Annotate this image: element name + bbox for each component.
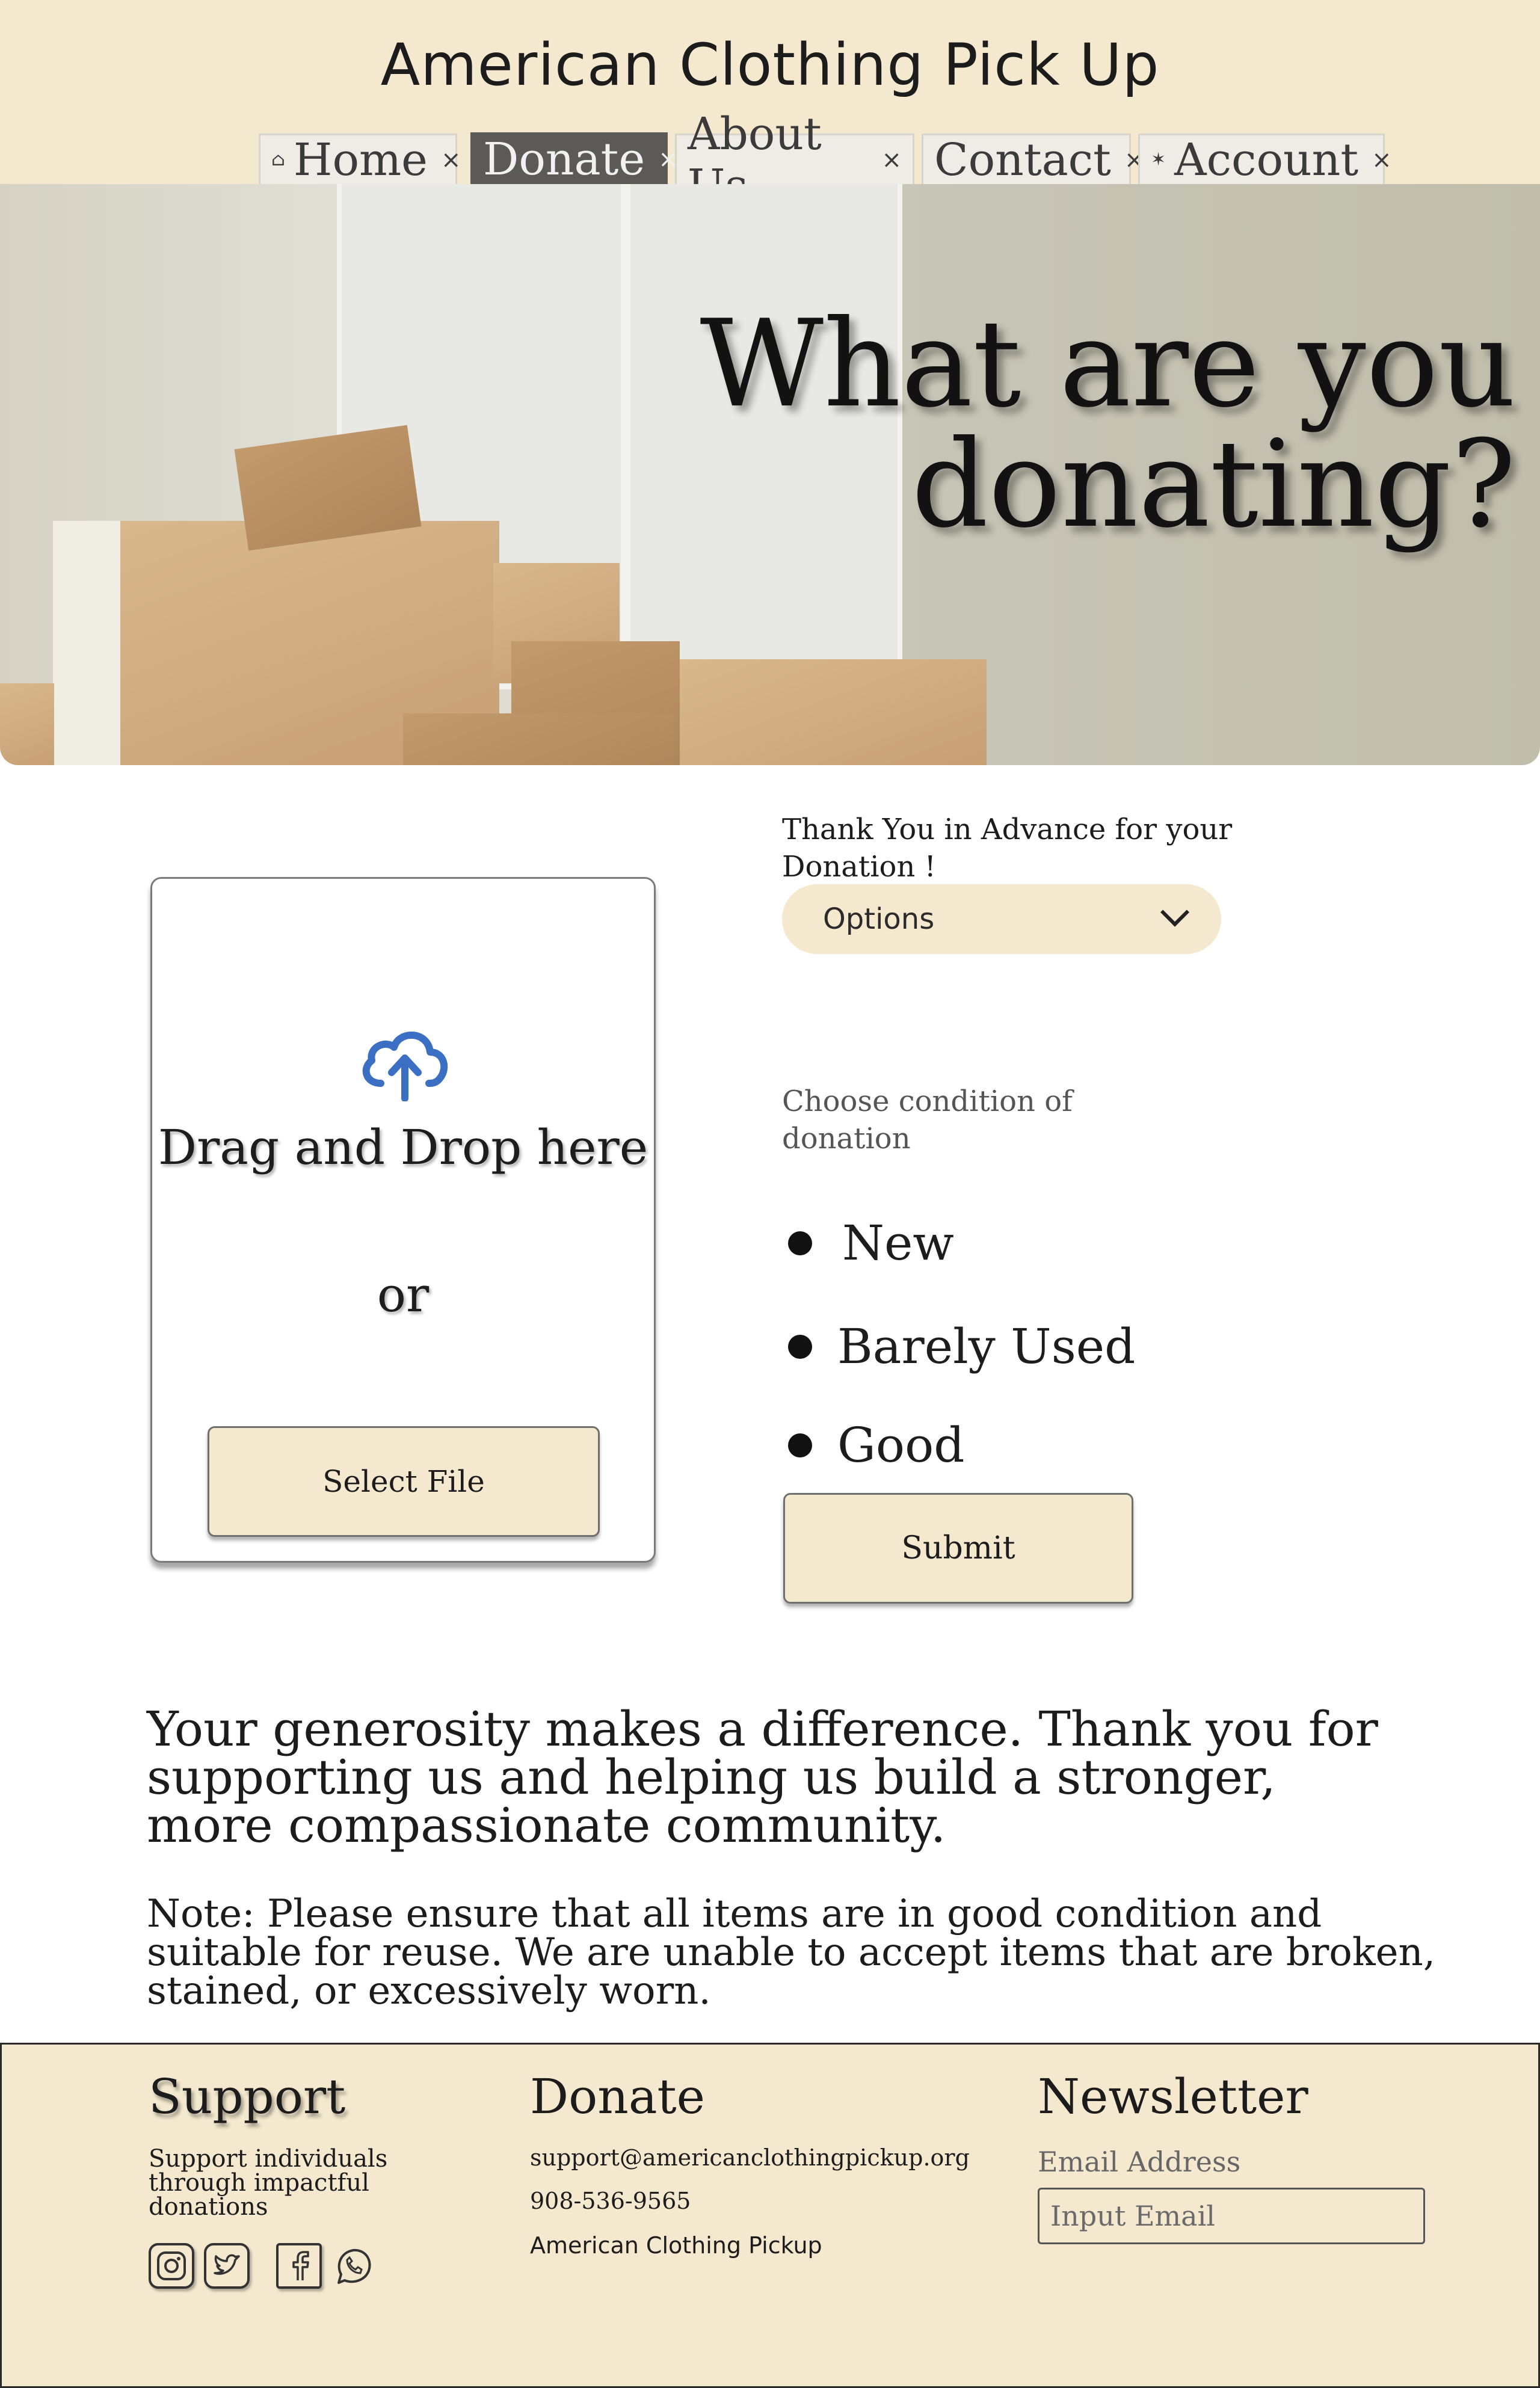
thanks-text: Thank You in Advance for your Donation ! (782, 813, 1233, 884)
instagram-glyph (157, 2251, 186, 2280)
generosity-message: Your generosity makes a difference. Than… (147, 1701, 1378, 1853)
upload-dropzone[interactable]: Drag and Drop here or Select File (150, 877, 656, 1563)
nav-tab-donate[interactable]: Donate × (470, 132, 679, 185)
box-image (680, 659, 987, 765)
main-nav: ⌂ Home × Donate × About Us × Contact × ✶… (0, 108, 1540, 212)
condition-label: Choose condition of donation (782, 1085, 1073, 1156)
support-text: Support individuals through impactful do… (149, 2145, 388, 2221)
facebook-glyph (292, 2251, 309, 2280)
nav-label-contact: Contact (934, 134, 1111, 186)
bullet-icon (788, 1433, 812, 1457)
instagram-icon[interactable] (149, 2243, 194, 2289)
hero-title-line2: donating? (911, 414, 1516, 555)
close-icon[interactable]: × (881, 146, 902, 174)
drag-drop-text: Drag and Drop here (158, 1119, 648, 1175)
donate-heading: Donate (530, 2069, 706, 2125)
condition-note: Note: Please ensure that all items are i… (147, 1892, 1436, 2013)
condition-option-label: New (842, 1215, 954, 1271)
box-image (403, 713, 674, 765)
hero-banner: What are you donating? (0, 184, 1540, 765)
condition-option-label: Barely Used (837, 1319, 1136, 1374)
nav-label-home: Home (293, 134, 428, 186)
close-icon[interactable]: × (441, 146, 461, 174)
facebook-icon[interactable] (276, 2243, 322, 2289)
twitter-icon[interactable] (204, 2243, 250, 2289)
home-icon: ⌂ (271, 149, 285, 170)
whatsapp-icon[interactable] (330, 2243, 376, 2289)
newsletter-heading: Newsletter (1038, 2069, 1308, 2125)
nav-tab-home[interactable]: ⌂ Home × (259, 134, 461, 186)
nav-tab-account[interactable]: ✶ Account × (1138, 134, 1392, 186)
newsletter-email-input[interactable] (1038, 2188, 1425, 2244)
dropdown-value: Options (823, 902, 935, 936)
footer-brand: American Clothing Pickup (530, 2232, 822, 2259)
twitter-glyph (214, 2254, 240, 2275)
site-footer: Support Support individuals through impa… (0, 2043, 1540, 2388)
nav-tab-about[interactable]: About Us × (675, 108, 914, 212)
site-title: American Clothing Pick Up (380, 31, 1160, 99)
bullet-icon (788, 1231, 812, 1255)
nav-label-account: Account (1174, 134, 1359, 186)
condition-option-barely-used[interactable]: Barely Used (788, 1319, 1135, 1374)
phone-link[interactable]: 908-536-9565 (530, 2188, 691, 2214)
cloud-upload-icon (362, 1031, 448, 1101)
close-icon[interactable]: × (1372, 146, 1392, 174)
condition-option-label: Good (837, 1417, 965, 1473)
whatsapp-glyph (337, 2248, 371, 2284)
star-icon: ✶ (1151, 149, 1166, 170)
hero-title: What are you donating? (674, 304, 1516, 545)
email-address-label: Email Address (1038, 2146, 1241, 2178)
box-image (0, 683, 54, 765)
support-email-link[interactable]: support@americanclothingpickup.org (530, 2144, 970, 2171)
select-file-button[interactable]: Select File (208, 1426, 600, 1537)
condition-option-good[interactable]: Good (788, 1417, 964, 1473)
bullet-icon (788, 1334, 812, 1359)
options-dropdown[interactable]: Options (782, 884, 1221, 954)
nav-tab-contact[interactable]: Contact × (922, 134, 1144, 186)
nav-label-donate: Donate (483, 133, 645, 185)
or-text: or (377, 1267, 430, 1323)
support-heading: Support (149, 2069, 346, 2125)
hero-title-line1: What are you (700, 294, 1516, 434)
chevron-down-icon (1160, 897, 1190, 927)
condition-option-new[interactable]: New (788, 1215, 954, 1271)
submit-button[interactable]: Submit (783, 1493, 1133, 1604)
